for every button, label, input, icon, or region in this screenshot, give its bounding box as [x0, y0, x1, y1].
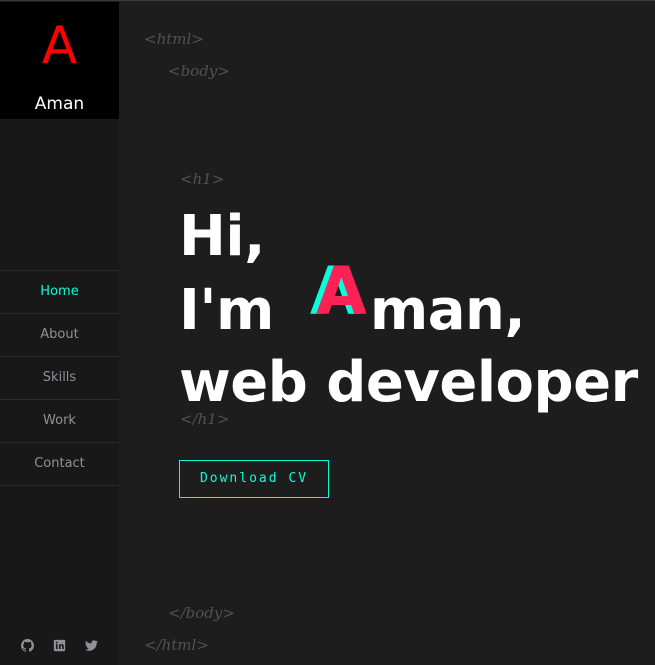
github-icon[interactable] — [21, 637, 35, 652]
main-nav: Home About Skills Work Contact — [0, 270, 119, 486]
nav-item-skills[interactable]: Skills — [0, 357, 119, 400]
main-content: <html> <body> <h1> Hi, I'm A Aman, web dev… — [119, 2, 655, 665]
hero-im: I'm — [179, 278, 274, 343]
nav-item-home[interactable]: Home — [0, 271, 119, 314]
nav-item-contact[interactable]: Contact — [0, 443, 119, 486]
download-cv-button[interactable]: Download CV — [179, 460, 329, 498]
linkedin-icon[interactable] — [53, 637, 66, 652]
hero-name-rest: man, — [369, 278, 526, 343]
hero-line-1: Hi, — [179, 204, 265, 269]
page-frame: A Aman Home About Skills Work Contact <h… — [0, 0, 655, 665]
social-links — [0, 637, 119, 653]
body-close-tag: </body> — [168, 604, 235, 622]
h1-open-tag: <h1> — [180, 170, 225, 188]
body-open-tag: <body> — [168, 62, 230, 80]
html-close-tag: </html> — [144, 636, 209, 654]
name-initial: A — [315, 253, 367, 330]
hero-heading: Hi, I'm A Aman, web developer — [179, 200, 638, 419]
hero-name-initial: AA — [310, 259, 370, 333]
sidebar: A Aman Home About Skills Work Contact — [0, 2, 119, 665]
nav-item-work[interactable]: Work — [0, 400, 119, 443]
twitter-icon[interactable] — [85, 637, 98, 651]
h1-close-tag: </h1> — [180, 410, 230, 428]
logo[interactable]: A Aman — [0, 2, 119, 119]
logo-letter: A — [41, 16, 78, 76]
hero-line-2: I'm A Aman, — [179, 259, 638, 346]
hero-line-3: web developer — [179, 350, 638, 415]
nav-item-about[interactable]: About — [0, 314, 119, 357]
logo-name: Aman — [34, 94, 85, 114]
html-open-tag: <html> — [144, 30, 204, 48]
